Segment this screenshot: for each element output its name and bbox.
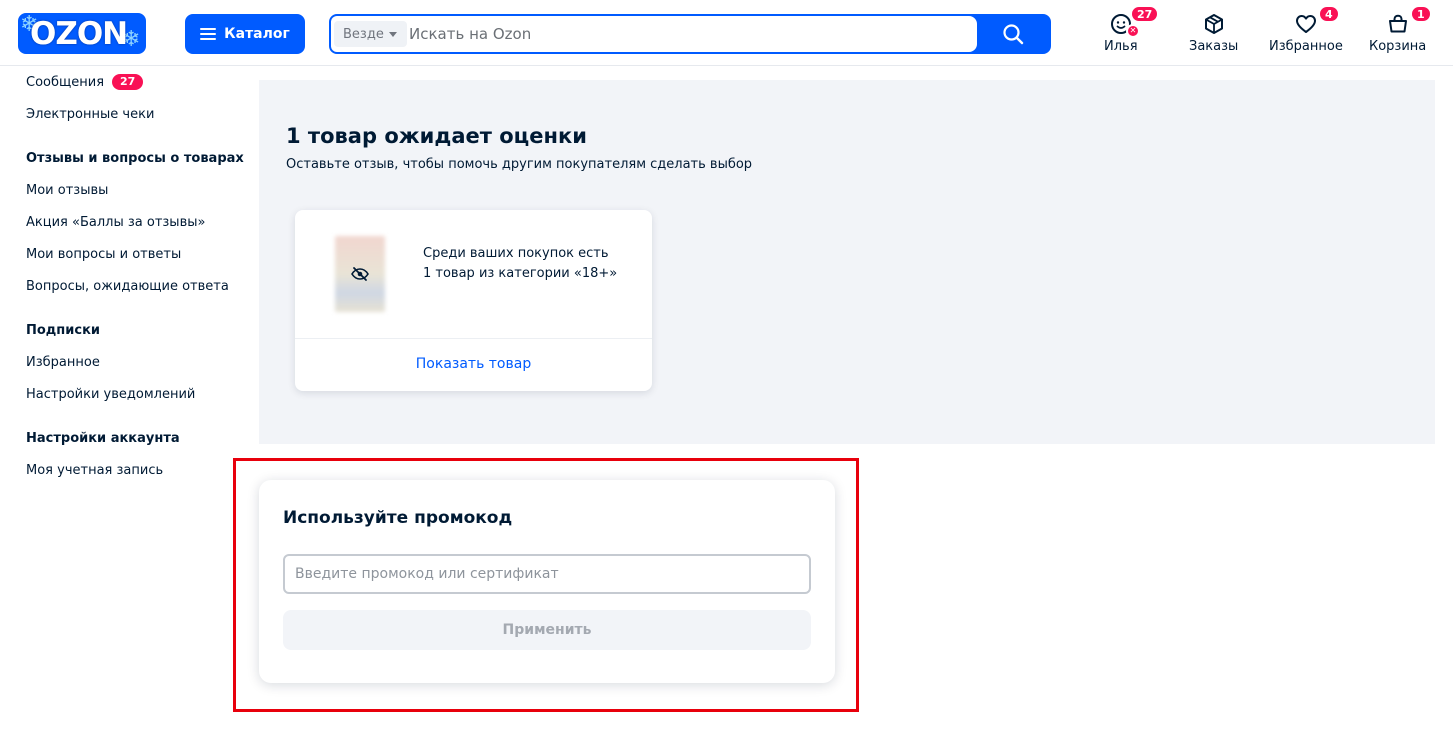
cart-label: Корзина [1369,39,1427,54]
review-card-text: Среди ваших покупок есть 1 товар из кате… [423,244,617,284]
search-button[interactable] [977,16,1049,52]
review-panel: 1 товар ожидает оценки Оставьте отзыв, ч… [259,80,1435,444]
promo-code-card: Используйте промокод Применить [259,480,835,683]
search-input[interactable] [409,22,959,46]
review-card-line2: 1 товар из категории «18+» [423,266,618,281]
review-subtitle: Оставьте отзыв, чтобы помочь другим поку… [286,157,753,172]
sidebar-item-label: Сообщения [26,75,105,90]
sidebar-heading-reviews: Отзывы и вопросы о товарах [26,151,244,166]
sidebar-item-favorites[interactable]: Избранное [26,355,100,370]
cart-badge: 1 [1411,6,1431,22]
orders-button[interactable]: Заказы [1189,12,1238,54]
review-card-line1: Среди ваших покупок есть [423,246,609,261]
profile-badge: 27 [1131,6,1159,22]
ozon-logo[interactable]: ❄ ❄ OZON [18,13,146,54]
search-bar: Везде [329,14,1051,54]
favorites-badge: 4 [1319,6,1339,22]
favorites-button[interactable]: 4 Избранное [1269,6,1343,54]
box-icon [1204,14,1223,34]
favorites-label: Избранное [1269,39,1343,54]
sidebar-item-pending-questions[interactable]: Вопросы, ожидающие ответа [26,279,229,294]
search-icon [1003,24,1024,45]
show-product-button[interactable]: Показать товар [295,356,652,372]
sidebar-item-my-account[interactable]: Моя учетная запись [26,463,163,478]
menu-icon [200,28,217,40]
profile-button[interactable]: ✕ 27 Илья [1104,6,1159,54]
apply-promo-button[interactable]: Применить [283,610,811,650]
sidebar-heading-subscriptions: Подписки [26,323,101,338]
sidebar-item-receipts[interactable]: Электронные чеки [26,107,154,122]
promo-code-input[interactable] [283,554,811,594]
messages-badge: 27 [112,74,144,90]
orders-label: Заказы [1189,39,1239,54]
eye-off-icon [351,267,369,281]
search-inner: Везде [331,16,977,52]
sidebar-item-my-questions[interactable]: Мои вопросы и ответы [26,247,181,262]
profile-label: Илья [1104,39,1138,54]
heart-icon [1295,15,1316,33]
status-x-icon: ✕ [1126,24,1140,38]
search-scope-label: Везде [343,26,384,42]
review-title: 1 товар ожидает оценки [286,124,587,148]
sidebar-item-points-promo[interactable]: Акция «Баллы за отзывы» [26,215,205,230]
divider [295,338,652,339]
search-scope-dropdown[interactable]: Везде [334,21,407,47]
logo-text: OZON [30,16,128,52]
catalog-button[interactable]: Каталог [185,14,305,54]
pending-review-card: Среди ваших покупок есть 1 товар из кате… [295,210,652,391]
caret-down-icon [388,31,397,37]
cart-icon [1388,14,1407,33]
sidebar-item-notifications[interactable]: Настройки уведомлений [26,387,195,402]
sidebar-item-my-reviews[interactable]: Мои отзывы [26,183,108,198]
promo-title: Используйте промокод [283,508,513,528]
sidebar-heading-account: Настройки аккаунта [26,431,180,446]
catalog-label: Каталог [224,26,290,42]
header: ❄ ❄ OZON Каталог Везде ✕ 2 [0,0,1453,66]
cart-button[interactable]: 1 Корзина [1369,6,1431,54]
sidebar-item-messages[interactable]: Сообщения 27 [26,74,144,90]
